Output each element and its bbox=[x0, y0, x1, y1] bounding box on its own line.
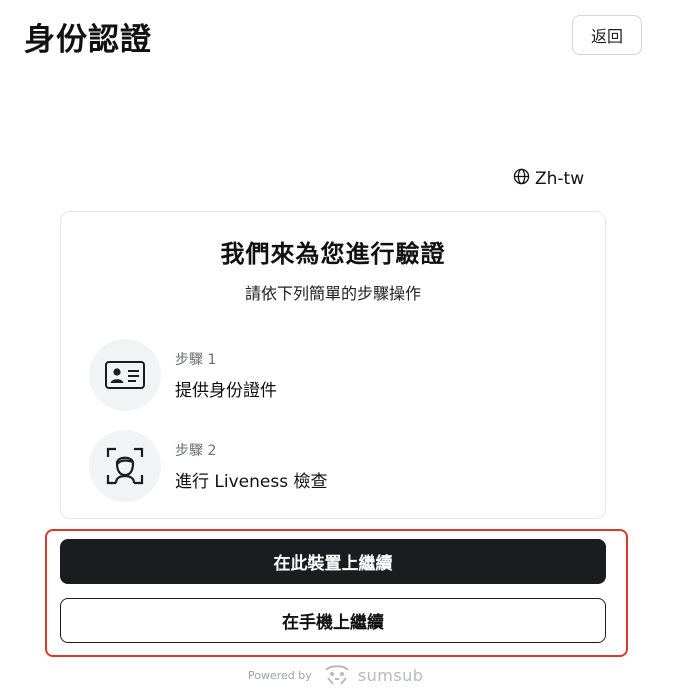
page-title: 身份認證 bbox=[24, 22, 152, 58]
verification-card: 我們來為您進行驗證 請依下列簡單的步驟操作 步驟 1 提供身份證件 步驟 2 進… bbox=[60, 211, 606, 519]
face-scan-icon bbox=[89, 430, 161, 502]
step-2-label: 步驟 2 bbox=[175, 443, 217, 459]
powered-by-label: Powered by bbox=[248, 668, 312, 682]
step-2: 步驟 2 進行 Liveness 檢查 bbox=[89, 430, 569, 502]
back-button[interactable]: 返回 bbox=[572, 15, 642, 55]
card-subtitle: 請依下列簡單的步驟操作 bbox=[244, 284, 421, 303]
step-1-text: 提供身份證件 bbox=[175, 381, 277, 401]
continue-on-device-button[interactable]: 在此裝置上繼續 bbox=[60, 539, 606, 584]
powered-by: Powered by sumsub bbox=[248, 664, 423, 686]
card-title: 我們來為您進行驗證 bbox=[220, 240, 446, 268]
id-card-icon bbox=[89, 339, 161, 411]
step-1-label: 步驟 1 bbox=[175, 352, 217, 368]
step-1: 步驟 1 提供身份證件 bbox=[89, 339, 569, 411]
language-selector[interactable]: Zh-tw bbox=[513, 168, 584, 190]
sumsub-logo: sumsub bbox=[322, 664, 424, 686]
globe-icon bbox=[513, 168, 530, 190]
sumsub-brand-text: sumsub bbox=[357, 665, 424, 685]
continue-on-phone-button[interactable]: 在手機上繼續 bbox=[60, 598, 606, 643]
language-label: Zh-tw bbox=[535, 169, 585, 189]
step-2-text: 進行 Liveness 檢查 bbox=[175, 472, 328, 492]
